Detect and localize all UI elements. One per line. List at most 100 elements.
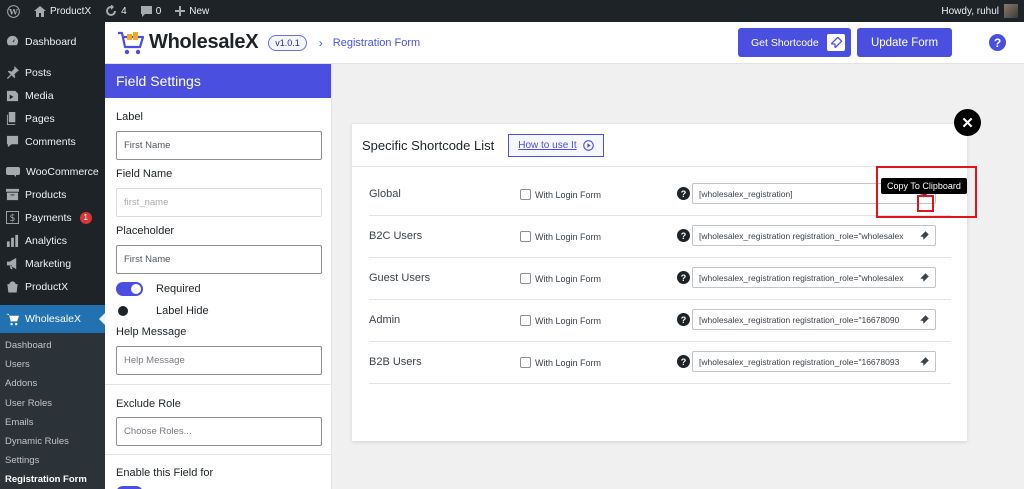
checkbox-box[interactable] (520, 315, 531, 326)
shortcode-field[interactable]: [wholesalex_registration registration_ro… (692, 351, 936, 372)
admin-sidebar: Dashboard Posts Media Pages Comments Woo… (0, 22, 105, 489)
updates-link[interactable]: 4 (98, 0, 134, 22)
sidebar-item-label: Posts (25, 66, 52, 79)
get-shortcode-button[interactable]: Get Shortcode (738, 28, 851, 57)
exclude-role-select[interactable]: Choose Roles... (116, 417, 322, 446)
sidebar-item-pages[interactable]: Pages (0, 107, 105, 130)
comments-count: 0 (155, 5, 162, 17)
row-role-name: Guest Users (369, 272, 431, 284)
copy-icon[interactable] (918, 229, 931, 242)
get-shortcode-label: Get Shortcode (751, 36, 819, 49)
shortcode-icon (827, 34, 845, 51)
submenu-item-dynamic-rules[interactable]: Dynamic Rules (0, 432, 105, 451)
sidebar-item-analytics[interactable]: Analytics (0, 229, 105, 252)
checkbox-box[interactable] (520, 357, 531, 368)
refresh-icon (106, 5, 117, 16)
site-name-link[interactable]: ProductX (27, 0, 98, 22)
checkbox-box[interactable] (520, 189, 531, 200)
checkbox-box[interactable] (520, 273, 531, 284)
sidebar-item-payments[interactable]: $ Payments 1 (0, 206, 105, 229)
table-row: B2C Users With Login Form? [wholesalex_reg… (369, 216, 951, 258)
copy-icon[interactable] (918, 355, 931, 368)
with-login-form-checkbox[interactable]: With Login Form (520, 357, 601, 368)
shortcode-field[interactable]: [wholesalex_registration registration_ro… (692, 267, 936, 288)
modal-header: Specific Shortcode List How to use It (352, 124, 967, 167)
question-icon[interactable]: ? (677, 187, 690, 200)
how-to-use-button[interactable]: How to use It (508, 133, 604, 157)
with-login-form-checkbox[interactable]: With Login Form (520, 273, 601, 284)
required-toggle[interactable] (116, 282, 143, 296)
with-login-form-checkbox[interactable]: With Login Form (520, 315, 601, 326)
with-login-form-checkbox[interactable]: With Login Form (520, 189, 601, 200)
new-content-link[interactable]: New (168, 0, 216, 22)
sidebar-item-media[interactable]: Media (0, 84, 105, 107)
submenu-item-user-roles[interactable]: User Roles (0, 394, 105, 413)
sidebar-item-marketing[interactable]: Marketing (0, 252, 105, 275)
exclude-role-title: Exclude Role (116, 398, 181, 410)
wholesalex-logo: WholesaleX (117, 30, 259, 56)
howdy-text: Howdy, ruhul (941, 5, 999, 17)
question-icon[interactable]: ? (677, 229, 690, 242)
sidebar-item-products[interactable]: Products (0, 183, 105, 206)
sidebar-item-label: Comments (25, 135, 76, 148)
shortcode-text: [wholesalex_registration registration_ro… (699, 314, 900, 325)
site-name: ProductX (50, 5, 92, 17)
row-role-name: B2B Users (369, 356, 422, 368)
sidebar-item-productx[interactable]: ProductX (0, 275, 105, 298)
updates-count: 4 (121, 5, 127, 17)
submenu-item-settings[interactable]: Settings (0, 451, 105, 470)
logo-cart-icon (118, 31, 145, 54)
sidebar-item-wholesalex[interactable]: WholesaleX (0, 305, 105, 333)
sidebar-item-label: Analytics (25, 234, 68, 247)
comment-icon (6, 135, 19, 148)
sidebar-item-label: WooCommerce (26, 165, 99, 178)
question-icon[interactable]: ? (677, 355, 690, 368)
label-hide-toggle[interactable] (116, 304, 143, 318)
logo-text: WholesaleX (149, 31, 259, 53)
table-row: B2B Users With Login Form? [wholesalex_reg… (369, 342, 951, 384)
question-icon[interactable]: ? (677, 271, 690, 284)
wordpress-logo-icon[interactable]: W (0, 0, 27, 22)
label-input[interactable]: First Name (116, 131, 322, 160)
pin-icon (6, 66, 19, 79)
question-icon[interactable]: ? (677, 313, 690, 326)
sidebar-item-woocommerce[interactable]: WooCommerce (0, 160, 105, 183)
submenu-item-dashboard[interactable]: Dashboard (0, 336, 105, 355)
field-name-title: Field Name (116, 168, 173, 180)
plus-icon (175, 6, 186, 16)
checkbox-box[interactable] (520, 231, 531, 242)
submenu-item-emails[interactable]: Emails (0, 413, 105, 432)
help-message-input[interactable]: Help Message (116, 346, 322, 375)
copy-icon[interactable] (918, 313, 931, 326)
table-row: Admin With Login Form? [wholesalex_registr… (369, 300, 951, 342)
help-icon[interactable]: ? (989, 34, 1006, 51)
placeholder-input[interactable]: First Name (116, 245, 322, 274)
update-form-button[interactable]: Update Form (857, 28, 952, 57)
sidebar-item-comments[interactable]: Comments (0, 130, 105, 153)
sidebar-item-dashboard[interactable]: Dashboard (0, 30, 105, 53)
copy-icon[interactable] (918, 271, 931, 284)
field-name-input[interactable]: first_name (116, 188, 322, 217)
row-role-name: Admin (369, 314, 401, 326)
comments-link[interactable]: 0 (134, 0, 169, 22)
sidebar-item-posts[interactable]: Posts (0, 61, 105, 84)
submenu-item-addons[interactable]: Addons (0, 374, 105, 393)
update-form-label: Update Form (870, 36, 939, 49)
version-badge: v1.0.1 (268, 34, 307, 51)
submenu-item-registration-form[interactable]: Registration Form (0, 470, 105, 489)
account-menu[interactable]: Howdy, ruhul (941, 0, 1018, 22)
with-login-form-checkbox[interactable]: With Login Form (520, 231, 601, 242)
shortcode-field[interactable]: [wholesalex_registration registration_ro… (692, 225, 936, 246)
submenu-item-users[interactable]: Users (0, 355, 105, 374)
woo-icon (6, 166, 20, 177)
sidebar-item-label: WholesaleX (25, 313, 82, 325)
copy-tooltip: Copy To Clipboard (881, 178, 967, 194)
table-row: Global With Login Form? [wholesalex_regist… (369, 174, 951, 216)
shortcode-text: [wholesalex_registration registration_ro… (699, 272, 904, 283)
close-icon[interactable]: ✕ (954, 109, 981, 136)
field-settings-title: Field Settings (105, 64, 331, 98)
shortcode-field[interactable]: [wholesalex_registration registration_ro… (692, 309, 936, 330)
toggle-knob (118, 306, 128, 316)
label-title: Label (116, 111, 143, 123)
highlight-copy-box (917, 195, 934, 212)
